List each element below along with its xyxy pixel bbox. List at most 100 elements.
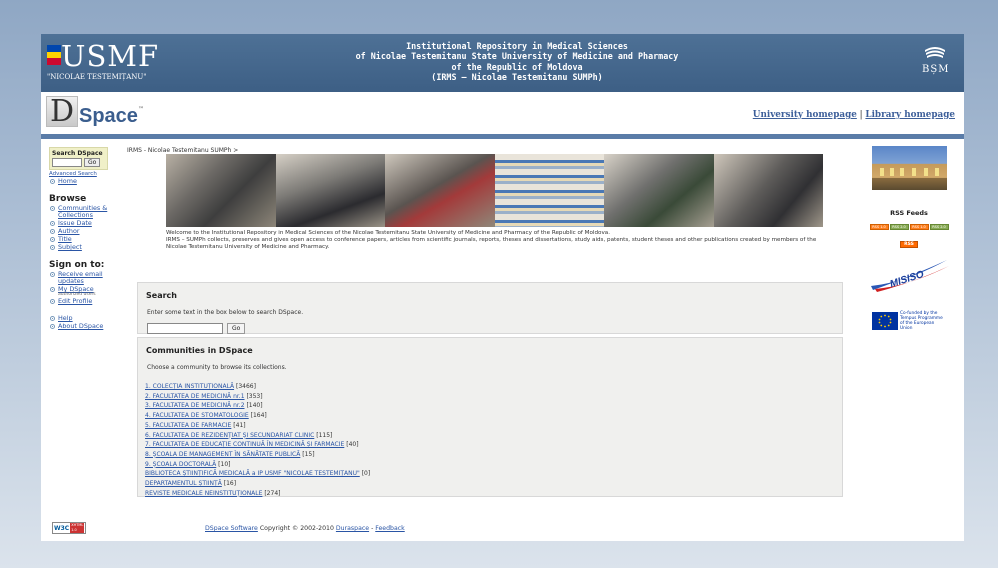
site-banner: USMF "NICOLAE TESTEMIȚANU" Institutional… [41,34,964,92]
community-link[interactable]: REVISTE MEDICALE NEINSTITUȚIONALE [145,490,262,497]
window-decor [889,168,894,176]
bullet-icon [50,206,55,211]
sidebar-item-label: About DSpace [58,322,104,330]
sidebar-item-subject[interactable]: Subject [49,244,115,251]
bullet-icon [50,221,55,226]
community-link[interactable]: 1. COLECȚIA INSTITUȚIONALĂ [145,383,234,390]
community-link[interactable]: BIBLIOTECA ȘTIINȚIFICĂ MEDICALĂ a IP USM… [145,470,360,477]
community-count: [40] [346,441,359,449]
sidebar-item-help[interactable]: Help [49,315,115,322]
community-item: BIBLIOTECA ȘTIINȚIFICĂ MEDICALĂ a IP USM… [145,469,842,479]
sidebar-item-edit-profile[interactable]: Edit Profile [49,298,115,305]
community-link[interactable]: 6. FACULTATEA DE REZIDENȚIAT ȘI SECUNDAR… [145,432,314,439]
copyright: DSpace Software Copyright © 2002-2010 Du… [205,525,405,532]
sidebar-item-label: Title [58,235,72,243]
university-homepage-link[interactable]: University homepage [753,110,857,120]
community-count: [3466] [236,383,256,390]
sidebar-item-title[interactable]: Title [49,236,115,243]
misiso-text: MISISO [889,269,926,290]
search-input[interactable] [147,323,223,334]
bsm-logo[interactable]: BȘM [922,42,948,82]
usmf-logo[interactable]: USMF "NICOLAE TESTEMIȚANU" [47,42,207,86]
search-heading: Search [146,291,177,300]
community-item: DEPARTAMENTUL ȘTIINȚĂ [16] [145,479,842,489]
communities-list: 1. COLECȚIA INSTITUȚIONALĂ [3466] 2. FAC… [145,382,842,498]
eu-tempus-text: Co-funded by the Tempus Programme of the… [900,311,943,331]
sidebar-item-label: Subject [58,243,82,251]
misiso-logo[interactable]: MISISO [867,256,951,294]
university-building-image[interactable] [871,146,947,190]
community-count: [164] [250,412,267,420]
search-panel: Search Enter some text in the box below … [137,282,843,334]
bullet-icon [50,272,55,277]
community-link[interactable]: 5. FACULTATEA DE FARMACIE [145,422,231,429]
sidebar-item-author[interactable]: Author [49,228,115,235]
sidebar-item-about[interactable]: About DSpace [49,323,115,330]
library-homepage-link[interactable]: Library homepage [865,110,955,120]
bullet-icon [50,179,55,184]
bullet-icon [50,316,55,321]
rss-1-button[interactable]: RSS 1.0 [909,224,929,230]
window-decor [934,168,939,176]
community-link[interactable]: 8. ȘCOALA DE MANAGEMENT ÎN SĂNĂTATE PUBL… [145,451,300,458]
community-item: 9. ȘCOALA DOCTORALĂ [10] [145,460,842,470]
community-count: [353] [246,392,263,400]
sidebar: Search DSpace Go Advanced Search Home Br… [49,147,115,330]
bullet-icon [50,299,55,304]
xhtml-text: XHTML 1.0 [70,523,85,533]
search-go-button[interactable]: Go [227,323,246,334]
sidebar-item-email-updates[interactable]: Receive email updates [49,271,115,285]
bullet-icon [50,245,55,250]
community-link[interactable]: DEPARTAMENTUL ȘTIINȚĂ [145,480,222,487]
rss-2-button[interactable]: RSS 2.0 [929,224,949,230]
dspace-software-link[interactable]: DSpace Software [205,525,258,532]
community-item: 6. FACULTATEA DE REZIDENȚIAT ȘI SECUNDAR… [145,431,842,441]
copyright-text: Copyright © 2002-2010 [259,525,334,532]
dspace-logo[interactable]: D Space™ [46,96,144,128]
rss-2-button[interactable]: RSS 2.0 [889,224,909,230]
usmf-logo-text: USMF [61,39,160,73]
communities-description: Choose a community to browse its collect… [147,364,287,371]
community-link[interactable]: 4. FACULTATEA DE STOMATOLOGIE [145,412,249,419]
w3c-xhtml-badge[interactable]: W3C XHTML 1.0 [52,522,86,534]
sidebar-item-issue-date[interactable]: Issue Date [49,220,115,227]
photo-reading-room [713,154,823,227]
community-count: [115] [316,431,333,439]
duraspace-link[interactable]: Duraspace [336,525,369,532]
community-item: 5. FACULTATEA DE FARMACIE [41] [145,421,842,431]
window-decor [923,168,928,176]
eu-tempus-logo[interactable]: Co-funded by the Tempus Programme of the… [867,311,951,331]
community-count: [274] [264,489,281,497]
w3c-text: W3C [54,524,70,532]
community-link[interactable]: 9. ȘCOALA DOCTORALĂ [145,461,216,468]
sidebar-item-label: Communities & Collections [58,204,108,219]
sidebar-search-input[interactable] [52,158,82,167]
photo-bookshelves [494,154,604,227]
rss-button[interactable]: RSS [900,241,918,248]
sidebar-item-home[interactable]: Home [49,178,115,185]
feedback-link[interactable]: Feedback [375,525,404,532]
photo-reading-room [166,154,276,227]
community-link[interactable]: 2. FACULTATEA DE MEDICINĂ nr.1 [145,393,245,400]
welcome-paragraph: IRMS – SUMPh collects, preserves and giv… [166,237,817,251]
photo-students [604,154,714,227]
window-decor [911,168,916,176]
sidebar-item-label: Issue Date [58,219,92,227]
rss-1-button[interactable]: RSS 1.0 [869,224,889,230]
browse-heading: Browse [49,194,87,204]
sidebar-search-button[interactable]: Go [84,158,101,167]
bullet-icon [50,324,55,329]
communities-heading: Communities in DSpace [146,346,253,355]
window-decor [879,168,884,176]
main-content: IRMS - Nicolae Testemitanu SUMPh > Welco… [127,147,843,497]
footer: W3C XHTML 1.0 DSpace Software Copyright … [41,519,964,541]
community-link[interactable]: 3. FACULTATEA DE MEDICINĂ nr.2 [145,402,245,409]
community-link[interactable]: 7. FACULTATEA DE EDUCAȚIE CONTINUĂ ÎN ME… [145,441,344,448]
misiso-swoosh-icon: MISISO [871,260,949,292]
page-frame: USMF "NICOLAE TESTEMIȚANU" Institutional… [41,34,964,541]
community-count: [41] [233,421,246,429]
footer-dash: - [371,525,374,532]
community-count: [15] [302,450,315,458]
sidebar-item-communities[interactable]: Communities & Collections [49,205,115,219]
dspace-header: D Space™ University homepage | Library ho… [41,92,964,134]
